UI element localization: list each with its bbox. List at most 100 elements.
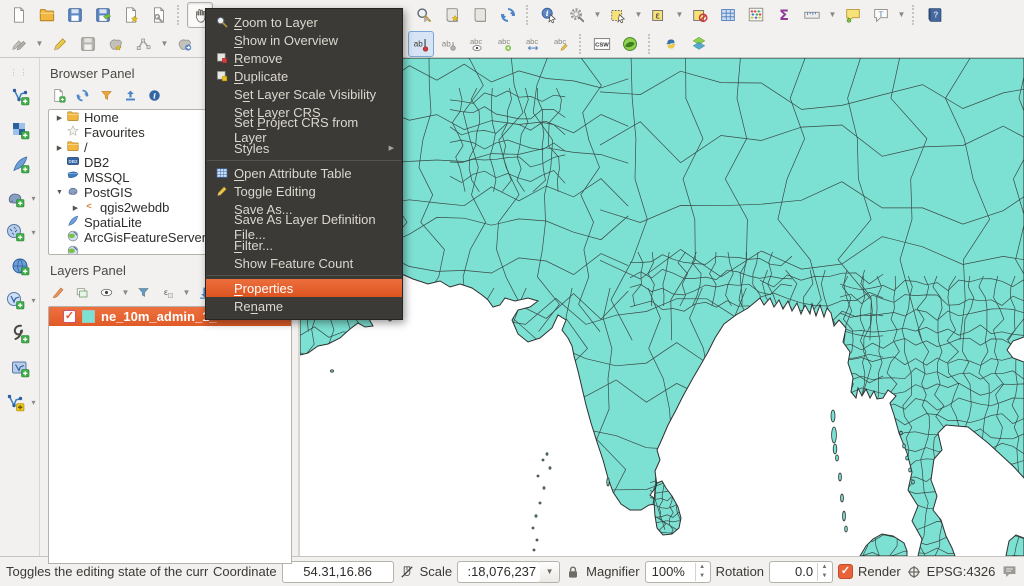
map-tips-button[interactable] xyxy=(840,2,866,28)
layers-filter-expression-button[interactable]: ε xyxy=(157,282,177,302)
add-wms-layer-button[interactable] xyxy=(5,251,35,281)
new-print-layout-button[interactable] xyxy=(118,2,144,28)
open-project-button[interactable] xyxy=(34,2,60,28)
select-by-expression-button[interactable]: ε xyxy=(646,2,672,28)
browser-refresh-button[interactable] xyxy=(72,85,92,105)
spinner-buttons[interactable]: ▲▼ xyxy=(695,563,709,581)
add-delimited-text-layer-button[interactable] xyxy=(5,319,35,349)
add-mssql-layer-button[interactable] xyxy=(0,217,30,247)
label-show-hide-button[interactable]: abc xyxy=(464,31,490,57)
save-project-as-button[interactable] xyxy=(90,2,116,28)
menu-set-project-crs-from-layer[interactable]: Set Project CRS from Layer xyxy=(206,121,402,139)
menu-remove[interactable]: Remove xyxy=(206,49,402,67)
layers-filter-legend-button[interactable] xyxy=(133,282,153,302)
identify-features-button[interactable]: i xyxy=(536,2,562,28)
refresh-map-button[interactable] xyxy=(495,2,521,28)
menu-duplicate[interactable]: Duplicate xyxy=(206,67,402,85)
menu-open-attribute-table[interactable]: Open Attribute Table xyxy=(206,164,402,182)
coordinate-toggle-icon[interactable] xyxy=(399,564,415,580)
layer-visibility-checkbox[interactable]: ✓ xyxy=(63,310,76,323)
browser-add-selected-layers-button[interactable] xyxy=(48,85,68,105)
menu-save-as-layer-definition[interactable]: Save As Layer Definition File... xyxy=(206,218,402,236)
map-canvas[interactable] xyxy=(300,58,1024,556)
new-virtual-layer-dropdown[interactable]: ▾ xyxy=(30,387,38,417)
menu-properties[interactable]: Properties xyxy=(206,279,402,297)
resource-sharing-button[interactable] xyxy=(686,31,712,57)
select-features-dropdown[interactable]: ▼ xyxy=(633,2,644,28)
browser-filter-button[interactable] xyxy=(96,85,116,105)
menu-toggle-editing[interactable]: Toggle Editing xyxy=(206,182,402,200)
menu-set-layer-scale-visibility[interactable]: Set Layer Scale Visibility xyxy=(206,85,402,103)
measure-button[interactable] xyxy=(799,2,825,28)
toolbar-grip[interactable]: ⋮⋮ xyxy=(10,68,30,77)
browser-collapse-all-button[interactable] xyxy=(120,85,140,105)
new-project-button[interactable] xyxy=(6,2,32,28)
new-virtual-layer-button[interactable] xyxy=(0,387,30,417)
text-annotation-dropdown[interactable]: ▼ xyxy=(896,2,907,28)
scale-input[interactable]: :18,076,237 xyxy=(457,561,541,583)
layers-add-group-button[interactable] xyxy=(72,282,92,302)
statistical-summary-button[interactable] xyxy=(743,2,769,28)
measure-dropdown[interactable]: ▼ xyxy=(827,2,838,28)
python-console-button[interactable] xyxy=(658,31,684,57)
layers-style-manager-button[interactable] xyxy=(48,282,68,302)
expander-icon[interactable]: ▶ xyxy=(53,144,66,152)
zoom-next-button[interactable] xyxy=(411,2,437,28)
add-wfs-layer-button[interactable] xyxy=(0,285,30,315)
select-by-expression-dropdown[interactable]: ▼ xyxy=(674,2,685,28)
current-edits-button[interactable] xyxy=(6,31,32,57)
sum-features-button[interactable]: Σ xyxy=(771,2,797,28)
label-move-rotate-button[interactable]: abc xyxy=(520,31,546,57)
menu-filter[interactable]: Filter... xyxy=(206,236,402,254)
rotation-input[interactable]: 0.0▲▼ xyxy=(769,561,833,583)
spinner-buttons[interactable]: ▲▼ xyxy=(817,563,831,581)
menu-rename[interactable]: Rename xyxy=(206,297,402,315)
csw-search-button[interactable]: CSW xyxy=(589,31,615,57)
menu-show-feature-count[interactable]: Show Feature Count xyxy=(206,254,402,272)
toggle-editing-button[interactable] xyxy=(47,31,73,57)
label-add-button[interactable]: abc xyxy=(492,31,518,57)
node-tool-dropdown[interactable]: ▼ xyxy=(159,31,170,57)
crs-status[interactable]: EPSG:4326 xyxy=(927,564,996,579)
select-features-button[interactable] xyxy=(605,2,631,28)
layers-list[interactable]: ✓ne_10m_admin_1_ xyxy=(48,306,292,564)
add-postgis-layer-button[interactable] xyxy=(0,183,30,213)
layout-manager-button[interactable] xyxy=(146,2,172,28)
move-feature-button[interactable] xyxy=(172,31,198,57)
scale-lock-icon[interactable] xyxy=(565,564,581,580)
layers-manage-visibility-button[interactable] xyxy=(96,282,116,302)
add-postgis-layer-dropdown[interactable]: ▾ xyxy=(30,183,38,213)
metasearch-button[interactable] xyxy=(617,31,643,57)
layers-filter-expression-dropdown[interactable]: ▼ xyxy=(181,282,192,302)
menu-show-in-overview[interactable]: Show in Overview xyxy=(206,31,402,49)
open-attribute-table-button[interactable] xyxy=(715,2,741,28)
expander-icon[interactable]: ▶ xyxy=(53,114,66,122)
expander-icon[interactable]: ▶ xyxy=(69,204,82,212)
layer-labeling-options-button[interactable]: ab xyxy=(408,31,434,57)
add-wcs-layer-button[interactable] xyxy=(5,353,35,383)
label-pin-unpin-button[interactable]: ab xyxy=(436,31,462,57)
run-feature-action-dropdown[interactable]: ▼ xyxy=(592,2,603,28)
help-button[interactable]: ? xyxy=(922,2,948,28)
add-spatialite-layer-button[interactable] xyxy=(5,149,35,179)
menu-zoom-to-layer[interactable]: Zoom to Layer xyxy=(206,13,402,31)
menu-styles[interactable]: Styles▶ xyxy=(206,139,402,157)
add-vector-layer-button[interactable] xyxy=(5,81,35,111)
crs-icon[interactable] xyxy=(906,564,922,580)
browser-properties-widget-button[interactable]: i xyxy=(144,85,164,105)
node-tool-button[interactable] xyxy=(131,31,157,57)
deselect-all-button[interactable] xyxy=(687,2,713,28)
run-feature-action-button[interactable] xyxy=(564,2,590,28)
text-annotation-button[interactable]: T xyxy=(868,2,894,28)
save-layer-edits-button[interactable] xyxy=(75,31,101,57)
save-project-button[interactable] xyxy=(62,2,88,28)
scale-dropdown-button[interactable]: ▼ xyxy=(540,561,560,583)
add-feature-button[interactable] xyxy=(103,31,129,57)
render-checkbox[interactable]: ✓ xyxy=(838,564,853,579)
messages-icon[interactable] xyxy=(1001,563,1018,580)
expander-icon[interactable]: ▼ xyxy=(53,189,66,196)
layers-manage-visibility-dropdown[interactable]: ▼ xyxy=(120,282,131,302)
new-bookmark-button[interactable] xyxy=(439,2,465,28)
add-mssql-layer-dropdown[interactable]: ▾ xyxy=(30,217,38,247)
show-bookmarks-button[interactable] xyxy=(467,2,493,28)
